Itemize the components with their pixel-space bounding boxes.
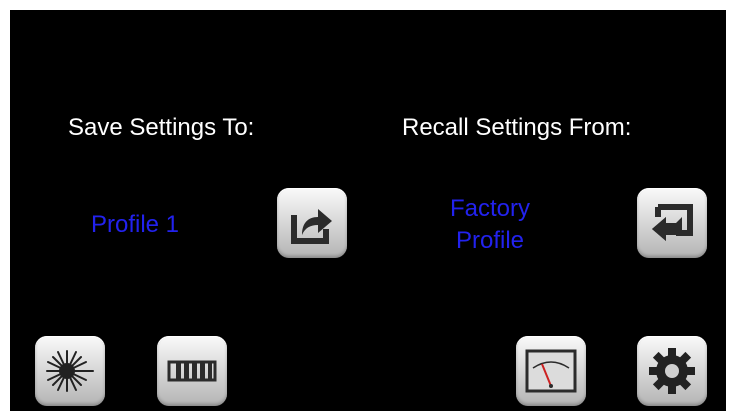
save-profile-value[interactable]: Profile 1 [55, 209, 215, 241]
save-settings-button[interactable] [277, 188, 347, 258]
laser-button[interactable] [35, 336, 105, 406]
gear-icon [647, 346, 697, 396]
settings-button[interactable] [637, 336, 707, 406]
meter-gauge-icon [524, 348, 578, 394]
recall-profile-label-line2: Profile [455, 227, 525, 254]
screen: Save Settings To: Recall Settings From: … [0, 0, 737, 412]
export-arrow-icon [288, 199, 336, 247]
recall-settings-button[interactable] [637, 188, 707, 258]
save-profile-label: Profile 1 [90, 211, 180, 238]
ruler-button[interactable] [157, 336, 227, 406]
laser-icon [45, 346, 95, 396]
ruler-icon [167, 356, 217, 386]
import-arrow-icon [648, 199, 696, 247]
save-settings-heading: Save Settings To: [68, 114, 255, 141]
recall-profile-value[interactable]: Factory Profile [410, 193, 570, 257]
recall-settings-heading: Recall Settings From: [402, 114, 632, 141]
recall-profile-label-line1: Factory [449, 195, 530, 222]
meter-button[interactable] [516, 336, 586, 406]
